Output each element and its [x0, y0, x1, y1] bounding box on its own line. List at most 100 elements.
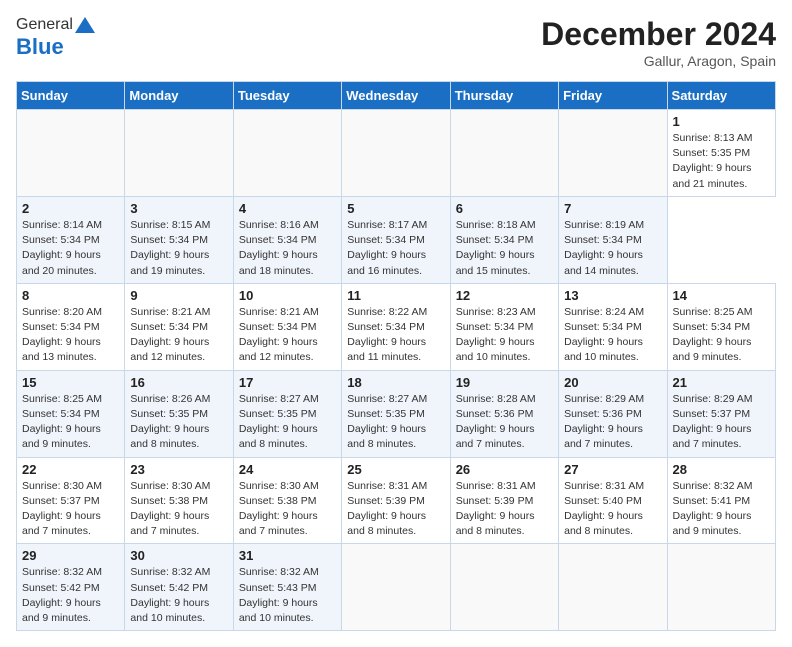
day-number: 15	[22, 375, 119, 390]
sunrise-text: Sunrise: 8:29 AM	[673, 393, 753, 405]
day-info: Sunrise: 8:30 AM Sunset: 5:38 PM Dayligh…	[130, 479, 227, 540]
calendar-week-2: 2 Sunrise: 8:14 AM Sunset: 5:34 PM Dayli…	[17, 196, 776, 283]
col-friday: Friday	[559, 82, 667, 110]
day-info: Sunrise: 8:32 AM Sunset: 5:43 PM Dayligh…	[239, 565, 336, 626]
sunset-text: Sunset: 5:38 PM	[239, 495, 317, 507]
daylight-text: Daylight: 9 hours and 9 minutes.	[673, 336, 752, 363]
calendar-week-6: 29 Sunrise: 8:32 AM Sunset: 5:42 PM Dayl…	[17, 544, 776, 631]
table-row	[17, 110, 125, 197]
daylight-text: Daylight: 9 hours and 21 minutes.	[673, 162, 752, 189]
table-row: 7 Sunrise: 8:19 AM Sunset: 5:34 PM Dayli…	[559, 196, 667, 283]
table-row: 31 Sunrise: 8:32 AM Sunset: 5:43 PM Dayl…	[233, 544, 341, 631]
col-wednesday: Wednesday	[342, 82, 450, 110]
sunrise-text: Sunrise: 8:31 AM	[456, 480, 536, 492]
sunset-text: Sunset: 5:34 PM	[130, 234, 208, 246]
day-info: Sunrise: 8:17 AM Sunset: 5:34 PM Dayligh…	[347, 218, 444, 279]
day-number: 2	[22, 201, 119, 216]
sunset-text: Sunset: 5:34 PM	[130, 321, 208, 333]
day-info: Sunrise: 8:27 AM Sunset: 5:35 PM Dayligh…	[347, 392, 444, 453]
calendar-week-4: 15 Sunrise: 8:25 AM Sunset: 5:34 PM Dayl…	[17, 370, 776, 457]
sunrise-text: Sunrise: 8:13 AM	[673, 132, 753, 144]
day-number: 13	[564, 288, 661, 303]
daylight-text: Daylight: 9 hours and 13 minutes.	[22, 336, 101, 363]
day-number: 11	[347, 288, 444, 303]
table-row: 14 Sunrise: 8:25 AM Sunset: 5:34 PM Dayl…	[667, 283, 775, 370]
col-saturday: Saturday	[667, 82, 775, 110]
table-row: 24 Sunrise: 8:30 AM Sunset: 5:38 PM Dayl…	[233, 457, 341, 544]
page-header: General Blue December 2024 Gallur, Arago…	[16, 16, 776, 69]
sunrise-text: Sunrise: 8:28 AM	[456, 393, 536, 405]
table-row: 29 Sunrise: 8:32 AM Sunset: 5:42 PM Dayl…	[17, 544, 125, 631]
daylight-text: Daylight: 9 hours and 8 minutes.	[564, 510, 643, 537]
daylight-text: Daylight: 9 hours and 12 minutes.	[130, 336, 209, 363]
daylight-text: Daylight: 9 hours and 7 minutes.	[456, 423, 535, 450]
calendar-week-5: 22 Sunrise: 8:30 AM Sunset: 5:37 PM Dayl…	[17, 457, 776, 544]
day-number: 29	[22, 548, 119, 563]
day-info: Sunrise: 8:19 AM Sunset: 5:34 PM Dayligh…	[564, 218, 661, 279]
page-subtitle: Gallur, Aragon, Spain	[541, 53, 776, 69]
daylight-text: Daylight: 9 hours and 7 minutes.	[564, 423, 643, 450]
table-row: 27 Sunrise: 8:31 AM Sunset: 5:40 PM Dayl…	[559, 457, 667, 544]
table-row: 20 Sunrise: 8:29 AM Sunset: 5:36 PM Dayl…	[559, 370, 667, 457]
table-row: 22 Sunrise: 8:30 AM Sunset: 5:37 PM Dayl…	[17, 457, 125, 544]
day-number: 10	[239, 288, 336, 303]
table-row: 1 Sunrise: 8:13 AM Sunset: 5:35 PM Dayli…	[667, 110, 775, 197]
table-row: 15 Sunrise: 8:25 AM Sunset: 5:34 PM Dayl…	[17, 370, 125, 457]
sunset-text: Sunset: 5:34 PM	[22, 321, 100, 333]
day-number: 8	[22, 288, 119, 303]
daylight-text: Daylight: 9 hours and 14 minutes.	[564, 249, 643, 276]
logo: General Blue	[16, 16, 95, 60]
daylight-text: Daylight: 9 hours and 9 minutes.	[22, 597, 101, 624]
table-row: 9 Sunrise: 8:21 AM Sunset: 5:34 PM Dayli…	[125, 283, 233, 370]
day-number: 5	[347, 201, 444, 216]
day-info: Sunrise: 8:21 AM Sunset: 5:34 PM Dayligh…	[130, 305, 227, 366]
sunrise-text: Sunrise: 8:27 AM	[239, 393, 319, 405]
table-row: 16 Sunrise: 8:26 AM Sunset: 5:35 PM Dayl…	[125, 370, 233, 457]
day-info: Sunrise: 8:25 AM Sunset: 5:34 PM Dayligh…	[673, 305, 770, 366]
daylight-text: Daylight: 9 hours and 10 minutes.	[456, 336, 535, 363]
sunrise-text: Sunrise: 8:32 AM	[130, 566, 210, 578]
sunrise-text: Sunrise: 8:18 AM	[456, 219, 536, 231]
day-number: 20	[564, 375, 661, 390]
sunset-text: Sunset: 5:37 PM	[673, 408, 751, 420]
daylight-text: Daylight: 9 hours and 18 minutes.	[239, 249, 318, 276]
day-number: 16	[130, 375, 227, 390]
sunrise-text: Sunrise: 8:30 AM	[22, 480, 102, 492]
sunset-text: Sunset: 5:41 PM	[673, 495, 751, 507]
table-row: 4 Sunrise: 8:16 AM Sunset: 5:34 PM Dayli…	[233, 196, 341, 283]
sunrise-text: Sunrise: 8:20 AM	[22, 306, 102, 318]
table-row	[342, 544, 450, 631]
day-info: Sunrise: 8:31 AM Sunset: 5:39 PM Dayligh…	[456, 479, 553, 540]
table-row: 17 Sunrise: 8:27 AM Sunset: 5:35 PM Dayl…	[233, 370, 341, 457]
sunset-text: Sunset: 5:34 PM	[22, 234, 100, 246]
daylight-text: Daylight: 9 hours and 7 minutes.	[130, 510, 209, 537]
day-number: 17	[239, 375, 336, 390]
day-info: Sunrise: 8:13 AM Sunset: 5:35 PM Dayligh…	[673, 131, 770, 192]
daylight-text: Daylight: 9 hours and 7 minutes.	[673, 423, 752, 450]
daylight-text: Daylight: 9 hours and 7 minutes.	[22, 510, 101, 537]
table-row: 26 Sunrise: 8:31 AM Sunset: 5:39 PM Dayl…	[450, 457, 558, 544]
daylight-text: Daylight: 9 hours and 8 minutes.	[456, 510, 535, 537]
sunset-text: Sunset: 5:34 PM	[239, 321, 317, 333]
sunset-text: Sunset: 5:35 PM	[673, 147, 751, 159]
table-row: 25 Sunrise: 8:31 AM Sunset: 5:39 PM Dayl…	[342, 457, 450, 544]
sunset-text: Sunset: 5:42 PM	[130, 582, 208, 594]
day-number: 22	[22, 462, 119, 477]
day-info: Sunrise: 8:27 AM Sunset: 5:35 PM Dayligh…	[239, 392, 336, 453]
daylight-text: Daylight: 9 hours and 8 minutes.	[347, 510, 426, 537]
sunset-text: Sunset: 5:34 PM	[347, 321, 425, 333]
sunset-text: Sunset: 5:36 PM	[456, 408, 534, 420]
sunrise-text: Sunrise: 8:17 AM	[347, 219, 427, 231]
day-info: Sunrise: 8:18 AM Sunset: 5:34 PM Dayligh…	[456, 218, 553, 279]
day-info: Sunrise: 8:21 AM Sunset: 5:34 PM Dayligh…	[239, 305, 336, 366]
day-number: 4	[239, 201, 336, 216]
sunset-text: Sunset: 5:39 PM	[347, 495, 425, 507]
sunrise-text: Sunrise: 8:19 AM	[564, 219, 644, 231]
daylight-text: Daylight: 9 hours and 10 minutes.	[239, 597, 318, 624]
table-row: 11 Sunrise: 8:22 AM Sunset: 5:34 PM Dayl…	[342, 283, 450, 370]
daylight-text: Daylight: 9 hours and 10 minutes.	[564, 336, 643, 363]
sunrise-text: Sunrise: 8:14 AM	[22, 219, 102, 231]
col-sunday: Sunday	[17, 82, 125, 110]
table-row: 18 Sunrise: 8:27 AM Sunset: 5:35 PM Dayl…	[342, 370, 450, 457]
calendar-week-1: 1 Sunrise: 8:13 AM Sunset: 5:35 PM Dayli…	[17, 110, 776, 197]
